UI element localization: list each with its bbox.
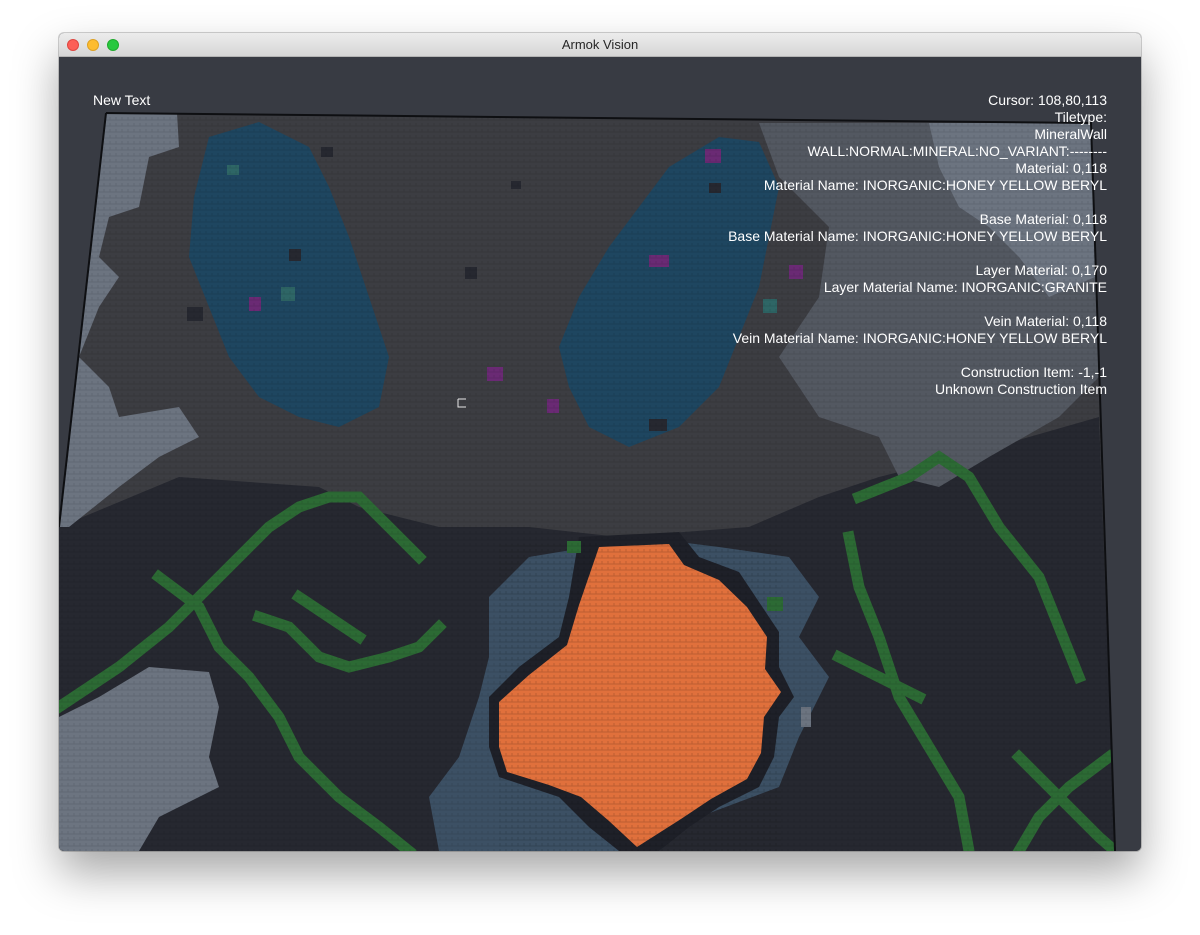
- tiletype-label: Tiletype:: [1054, 109, 1107, 125]
- vein-material-name: Vein Material Name: INORGANIC:HONEY YELL…: [732, 330, 1107, 346]
- material-name: Material Name: INORGANIC:HONEY YELLOW BE…: [763, 177, 1107, 193]
- layer-material-name: Layer Material Name: INORGANIC:GRANITE: [823, 279, 1107, 295]
- game-viewport[interactable]: New Text Cursor: 108,80,113 Tiletype: Mi…: [59, 57, 1141, 851]
- tiletype-detail: WALL:NORMAL:MINERAL:NO_VARIANT:--------: [807, 143, 1107, 159]
- app-window: Armok Vision New Text Cursor: 108,80,113…: [59, 33, 1141, 851]
- cursor-readout: Cursor: 108,80,113: [988, 92, 1107, 108]
- vein-material-readout: Vein Material: 0,118: [984, 313, 1107, 329]
- tile-info-panel: Cursor: 108,80,113 Tiletype: MineralWall…: [728, 92, 1107, 398]
- base-material-name: Base Material Name: INORGANIC:HONEY YELL…: [728, 228, 1107, 244]
- construction-item-name: Unknown Construction Item: [935, 381, 1107, 397]
- placeholder-text: New Text: [93, 92, 151, 108]
- base-material-readout: Base Material: 0,118: [979, 211, 1107, 227]
- title-bar[interactable]: Armok Vision: [59, 33, 1141, 57]
- material-readout: Material: 0,118: [1015, 160, 1107, 176]
- construction-item-readout: Construction Item: -1,-1: [960, 364, 1107, 380]
- window-title: Armok Vision: [561, 37, 639, 52]
- tiletype-name: MineralWall: [1034, 126, 1107, 142]
- layer-material-readout: Layer Material: 0,170: [975, 262, 1107, 278]
